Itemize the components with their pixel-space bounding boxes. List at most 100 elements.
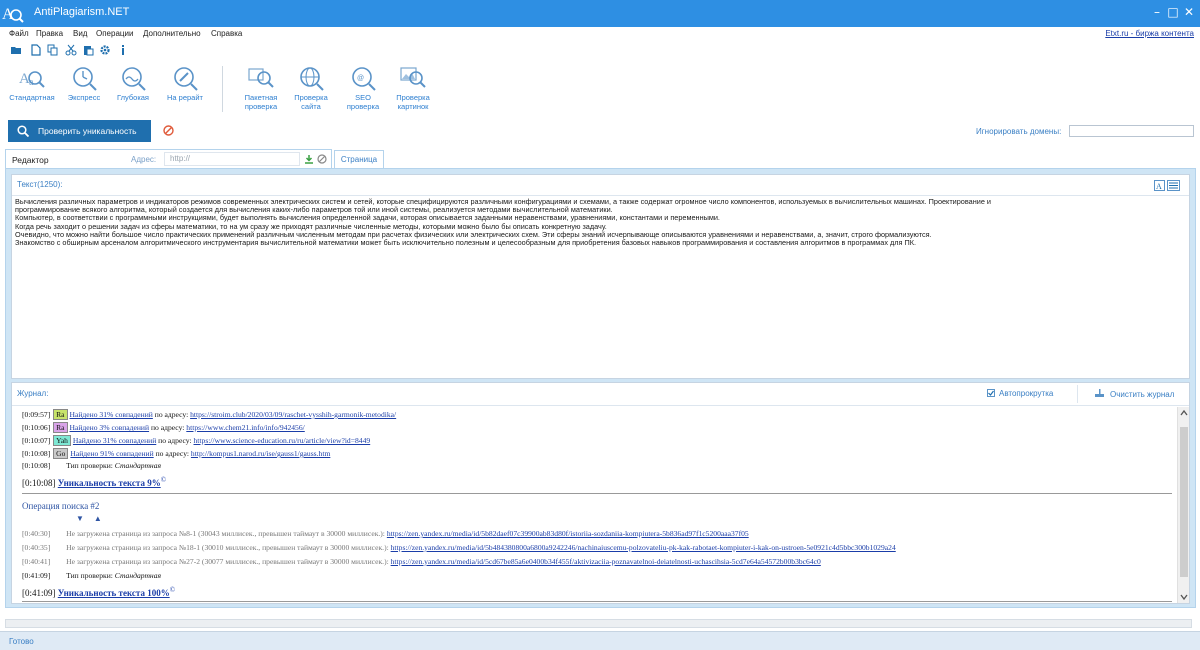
autoscroll-toggle[interactable]: Автопрокрутка	[987, 389, 1053, 398]
uniqueness-result-link[interactable]: Уникальность текста 9%	[58, 478, 161, 488]
error-url-link[interactable]: https://zen.yandex.ru/media/id/5cd67be85…	[391, 557, 821, 566]
autoscroll-label: Автопрокрутка	[999, 389, 1054, 398]
log-time: [0:09:57]	[22, 410, 51, 419]
search-engine-badge: Ra	[53, 409, 68, 420]
cut-icon[interactable]	[65, 44, 77, 56]
source-url-link[interactable]: https://www.science-education.ru/ru/arti…	[194, 436, 371, 445]
copy-icon[interactable]	[47, 44, 59, 56]
found-matches-link[interactable]: Найдено 3% совпадений	[70, 423, 150, 432]
search-engine-badge: Go	[53, 448, 69, 459]
close-button[interactable]: ✕	[1182, 5, 1196, 19]
etxt-link[interactable]: Etxt.ru - биржа контента	[1105, 29, 1194, 38]
info-icon[interactable]	[117, 44, 129, 56]
minimize-button[interactable]: –	[1150, 5, 1164, 19]
source-url-link[interactable]: https://www.chem21.info/info/942456/	[186, 423, 304, 432]
journal-header-divider	[12, 405, 1189, 406]
scroll-thumb[interactable]	[1180, 427, 1188, 577]
journal-panel: Журнал: Автопрокрутка Очистить журнал [0…	[11, 382, 1190, 604]
rewrite-check-icon	[174, 67, 198, 91]
menu-operations[interactable]: Операции	[96, 29, 133, 38]
tab-editor[interactable]: Редактор Адрес: http://	[5, 149, 332, 169]
operation-header-row: Операция поиска #2	[22, 501, 99, 511]
check-type-value: Стандартная	[114, 571, 162, 580]
error-entry: [0:40:35] Не загружена страница из запро…	[22, 543, 896, 552]
text-header: Текст(1250):	[17, 180, 63, 189]
text-body[interactable]: Вычисления различных параметров и индика…	[15, 198, 1185, 247]
menu-additional[interactable]: Дополнительно	[143, 29, 201, 38]
progress-bar	[5, 619, 1192, 628]
app-window: A AntiPlagiarism.NET – □ ✕ Файл Правка В…	[0, 0, 1200, 650]
maximize-button[interactable]: □	[1166, 5, 1180, 19]
tab-page[interactable]: Страница	[334, 150, 384, 168]
text-panel[interactable]: Текст(1250): A Вычисления различных пара…	[11, 174, 1190, 379]
list-view-icon[interactable]	[1167, 180, 1180, 191]
standard-check-label: Стандартная	[9, 93, 55, 102]
check-uniqueness-label: Проверить уникальность	[38, 126, 137, 136]
log-time: [0:41:09]	[22, 571, 51, 580]
new-document-icon[interactable]	[30, 44, 42, 56]
log-entry: [0:09:57] Ra Найдено 31% совпадений по ад…	[22, 409, 396, 420]
image-check-label-1: Проверка	[396, 93, 430, 102]
ignore-domains-input[interactable]	[1069, 125, 1194, 137]
rewrite-check-label: На рерайт	[167, 93, 203, 102]
standard-check-button[interactable]: A a Стандартная	[7, 64, 57, 102]
found-matches-link[interactable]: Найдено 31% совпадений	[70, 410, 153, 419]
scroll-down-icon[interactable]	[1180, 593, 1188, 601]
image-check-button[interactable]: Проверка картинок	[390, 64, 436, 111]
editor-tabs: Редактор Адрес: http:// Страница	[0, 149, 1200, 169]
deep-check-button[interactable]: Глубокая	[111, 64, 155, 102]
batch-check-button[interactable]: Пакетная проверка	[238, 64, 284, 111]
check-row: Проверить уникальность Игнорировать доме…	[0, 118, 1200, 144]
found-matches-link[interactable]: Найдено 31% совпадений	[73, 436, 156, 445]
uniqueness-result-row: [0:41:09] Уникальность текста 100%©	[22, 586, 175, 598]
small-toolbar	[0, 42, 1200, 60]
seo-check-label-2: проверка	[346, 102, 380, 111]
source-url-link[interactable]: http://kompus1.narod.ru/ise/gauss1/gauss…	[191, 449, 330, 458]
download-icon[interactable]	[304, 154, 314, 164]
copyright-mark: ©	[169, 586, 176, 594]
ignore-domains-label: Игнорировать домены:	[976, 127, 1062, 136]
paste-icon[interactable]	[82, 44, 94, 56]
menu-view[interactable]: Вид	[73, 29, 87, 38]
journal-separator	[1077, 385, 1078, 403]
settings-icon[interactable]	[99, 44, 111, 56]
text-format-icon[interactable]: A	[1154, 180, 1165, 191]
log-entry: [0:10:06] Ra Найдено 3% совпадений по адр…	[22, 422, 305, 433]
site-check-button[interactable]: Проверка сайта	[288, 64, 334, 111]
journal-scrollbar[interactable]	[1177, 407, 1189, 603]
menu-edit[interactable]: Правка	[36, 29, 63, 38]
batch-check-label-2: проверка	[244, 102, 278, 111]
clear-journal-button[interactable]: Очистить журнал	[1094, 389, 1174, 399]
checkbox-checked-icon	[987, 389, 995, 397]
error-url-link[interactable]: https://zen.yandex.ru/media/id/5b4843808…	[391, 543, 896, 552]
menu-file[interactable]: Файл	[9, 29, 29, 38]
text-line: Когда речь заходит о решении задач из сф…	[15, 222, 607, 231]
found-matches-link[interactable]: Найдено 91% совпадений	[70, 449, 153, 458]
scroll-up-icon[interactable]	[1180, 409, 1188, 417]
address-label: Адрес:	[131, 155, 157, 164]
error-url-link[interactable]: https://zen.yandex.ru/media/id/5b82daef0…	[387, 529, 749, 538]
deep-check-icon	[122, 67, 146, 91]
text-line: Вычисления различных параметров и индика…	[15, 198, 991, 206]
log-time: [0:10:08]	[22, 461, 51, 470]
svg-text:A: A	[1156, 182, 1162, 191]
copyright-mark: ©	[160, 476, 167, 484]
stop-icon[interactable]	[163, 125, 174, 136]
rewrite-check-button[interactable]: На рерайт	[161, 64, 209, 102]
uniqueness-result-link[interactable]: Уникальность текста 100%	[58, 588, 170, 598]
check-uniqueness-button[interactable]: Проверить уникальность	[8, 120, 151, 142]
express-check-button[interactable]: Экспресс	[62, 64, 106, 102]
address-input[interactable]: http://	[164, 152, 300, 166]
text-line: Очевидно, что можно найти большое число …	[15, 230, 932, 239]
menu-help[interactable]: Справка	[211, 29, 242, 38]
log-separator	[22, 493, 1172, 494]
clear-address-icon[interactable]	[317, 154, 327, 164]
toolbar-separator	[222, 66, 223, 112]
collapse-expand-arrows[interactable]: ▼ ▲	[76, 514, 106, 523]
svg-text:@: @	[357, 75, 364, 82]
deep-check-label: Глубокая	[117, 93, 149, 102]
open-folder-icon[interactable]	[10, 44, 22, 56]
seo-check-button[interactable]: @ SEO проверка	[340, 64, 386, 111]
broom-icon	[1095, 389, 1104, 397]
source-url-link[interactable]: https://stroim.club/2020/03/09/raschet-v…	[190, 410, 396, 419]
